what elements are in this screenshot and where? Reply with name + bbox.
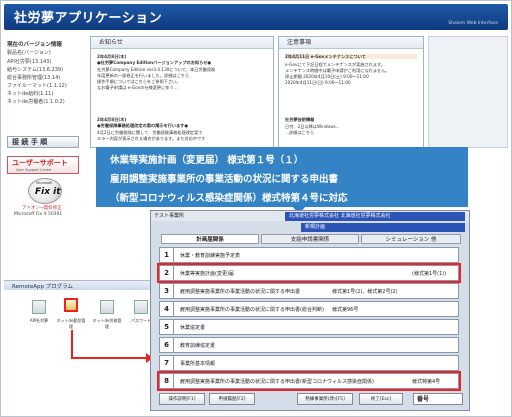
app-label[interactable]: ネットde労務管理 xyxy=(92,318,122,330)
row-title: 休業協定書 xyxy=(180,325,206,331)
version-info-title: 現在のバージョン情報 xyxy=(7,42,62,48)
important-text: 2020年4月11日(日) 9:00〜11:00 xyxy=(285,80,351,85)
important-headline[interactable]: 2年4月11日 e-Govメンテナンスについて xyxy=(285,54,417,59)
exit-button[interactable]: 終了[Esc] xyxy=(359,393,403,405)
highlight-row-2 xyxy=(157,263,461,283)
form-row[interactable]: 6 教育訓練協定書 xyxy=(159,337,459,353)
right-blank-panel xyxy=(428,36,508,148)
important-text: e-Govにて下記日程でメンテナンスが実施されます。 xyxy=(285,62,385,67)
app-label[interactable]: ネットde勤怠管理 xyxy=(56,318,86,330)
notice-title: お知らせ xyxy=(91,37,273,49)
fixit-maker: Microsoft xyxy=(36,181,52,185)
notice-text: 操作手順についてはこちらをご参照下さい。 xyxy=(97,79,181,84)
company-field[interactable]: 北海道社労夢株式会社 北海道社労夢株式会社 xyxy=(285,212,465,221)
notice-text: なお電子申請は e-Govの仕様変更に伴う... xyxy=(97,85,178,90)
feature-banner: 休業等実施計画（変更届） 様式第１号（１） 雇用調整実施事業所の事業活動の状況に… xyxy=(96,147,468,207)
row-number: 1 xyxy=(160,248,174,262)
banner-line: 休業等実施計画（変更届） 様式第１号（１） xyxy=(110,155,304,166)
important-title: 注意事項 xyxy=(279,37,423,49)
fixit-label: Fix it xyxy=(35,187,61,197)
notice-text: エラー内容が表示される場合があります。また対応中です xyxy=(97,136,206,141)
remoteapp-bar: RemoteApp プログラム xyxy=(4,280,170,290)
app-icon[interactable] xyxy=(100,300,114,314)
banner-line: （新型コロナウィルス感染症関係）様式特第４号に対応 xyxy=(110,193,348,204)
version-item[interactable]: API社労夢(13.143) xyxy=(7,58,51,65)
row-form-no: 様式第1号(2)、様式第2号(2) xyxy=(332,289,398,295)
app-label[interactable]: API社労夢 xyxy=(24,318,54,324)
user-support-sub: User Support Center xyxy=(16,168,52,172)
notice-panel: お知らせ 2年4月8日(木) ●社労夢Company Editionバージョンア… xyxy=(90,36,274,148)
form-row[interactable]: 3 雇用調整実施事業所の事業活動の状況に関する申出書 様式第1号(2)、様式第2号(… xyxy=(159,283,459,299)
row-title: 雇用調整実施事業所の事業活動の状況に関する申出書(総合判断) xyxy=(180,307,324,313)
app-title: 社労夢アプリケーション xyxy=(14,11,163,26)
highlight-row-8 xyxy=(157,371,461,391)
row-number: 4 xyxy=(160,302,174,316)
row-title: 雇用調整実施事業所の事業活動の状況に関する申出書 xyxy=(180,289,301,295)
help-button[interactable]: 操作説明[F1] xyxy=(159,393,205,405)
app-subtitle: Shalom Web Interface xyxy=(448,21,498,26)
office-button[interactable]: 熟練事業所(改)[F5] xyxy=(297,393,353,405)
app-header: 社労夢アプリケーション Shalom Web Interface xyxy=(4,4,508,30)
version-sub: 製品名(バージョン) xyxy=(7,50,51,56)
user-support-button[interactable]: ユーザーサポート User Support Center xyxy=(7,156,79,174)
row-number: 7 xyxy=(160,356,174,370)
version-item[interactable]: ネットde給料(1.11) xyxy=(7,90,53,97)
form-row[interactable]: 1 休業・教育訓練実施予定表 xyxy=(159,247,459,263)
sidebar: 現在のバージョン情報 製品名(バージョン) API社労夢(13.143) 給与シ… xyxy=(4,36,86,276)
version-item[interactable]: ネットde労働者(1.1.0.2) xyxy=(7,98,65,105)
form-row[interactable]: 7 事業所基本情報 xyxy=(159,355,459,371)
row-title: 事業所基本情報 xyxy=(180,361,216,367)
form-row[interactable]: 5 休業協定書 xyxy=(159,319,459,335)
history-button[interactable]: 申請履歴[F2] xyxy=(209,393,255,405)
plan-select[interactable]: 新規計画 xyxy=(301,223,465,232)
remoteapp-title: RemoteApp プログラム xyxy=(12,284,74,290)
app-icon-selected[interactable] xyxy=(64,298,78,312)
tab-simulation[interactable]: シミュレーション 他 xyxy=(361,234,461,244)
version-item[interactable]: 給与システム(13.6.239) xyxy=(7,66,63,73)
number-field[interactable]: 番号 xyxy=(413,393,463,405)
notice-text: 社労夢Company Edition ver3.4.139について、本日労働保険 xyxy=(97,67,216,72)
banner-line: 雇用調整実施事業所の事業活動の状況に関する申出書 xyxy=(110,174,339,185)
row-number: 3 xyxy=(160,284,174,298)
connection-procedure-button[interactable]: 接 続 手 順 xyxy=(7,136,79,148)
important-text: 停止期間 2020年4月10日(土) 9:00〜11:00 xyxy=(285,74,369,79)
version-item[interactable]: 総合事務所管理(13.14) xyxy=(7,74,60,81)
tab-plan[interactable]: 計画届関係 xyxy=(161,234,259,244)
notice-date: 2年4月8日(木) xyxy=(97,117,127,122)
tab-application[interactable]: 支給申請書関係 xyxy=(261,234,359,244)
connector-line xyxy=(71,357,151,359)
important-text: メンテナンス時間中は電子申請がご利用になれません。 xyxy=(285,68,390,73)
fixit-caption[interactable]: アドオン→無料修正 xyxy=(22,205,62,211)
fixit-logo[interactable]: Microsoft Fix it xyxy=(28,178,62,204)
row-number: 5 xyxy=(160,320,174,334)
important-headline[interactable]: 社労夢技術情報 xyxy=(285,117,417,122)
fixit-caption2: Microsoft Fix it 50391 xyxy=(14,212,63,217)
notice-text: 年度更新の一部修正を行いました。詳細はこちら xyxy=(97,73,190,78)
row-title: 教育訓練協定書 xyxy=(180,343,216,349)
notice-text: 4月2日に労働保険に関して、労働保険事務処理改定案で xyxy=(97,130,203,135)
row-form-no: 様式第96号 xyxy=(332,307,359,313)
notice-date: 2年4月8日(木) xyxy=(97,54,127,59)
user-support-label: ユーザーサポート xyxy=(12,159,68,167)
row-title: 休業・教育訓練実施予定表 xyxy=(180,253,241,259)
important-text: ...詳細はこちら xyxy=(285,130,315,135)
important-panel: 注意事項 2年4月11日 e-Govメンテナンスについて e-Govにて下記日程… xyxy=(278,36,424,148)
notice-headline[interactable]: ●社労夢Company Editionバージョンアップのお知らせ● xyxy=(97,60,267,65)
app-icon[interactable] xyxy=(32,300,46,314)
connector-line xyxy=(71,330,73,358)
important-text: 日付、2日以降はWindows... xyxy=(285,124,340,129)
notice-headline[interactable]: ●労働保険事務処理改定の案の掲示を行います● xyxy=(97,123,267,128)
version-item[interactable]: ファイルーマット(1.1.12) xyxy=(7,82,67,89)
row-number: 6 xyxy=(160,338,174,352)
app-icon[interactable] xyxy=(134,300,148,314)
form-window: テスト事業所 北海道社労夢株式会社 北海道社労夢株式会社 新規計画 計画届関係 … xyxy=(150,210,470,411)
form-row[interactable]: 4 雇用調整実施事業所の事業活動の状況に関する申出書(総合判断) 様式第96号 xyxy=(159,301,459,317)
